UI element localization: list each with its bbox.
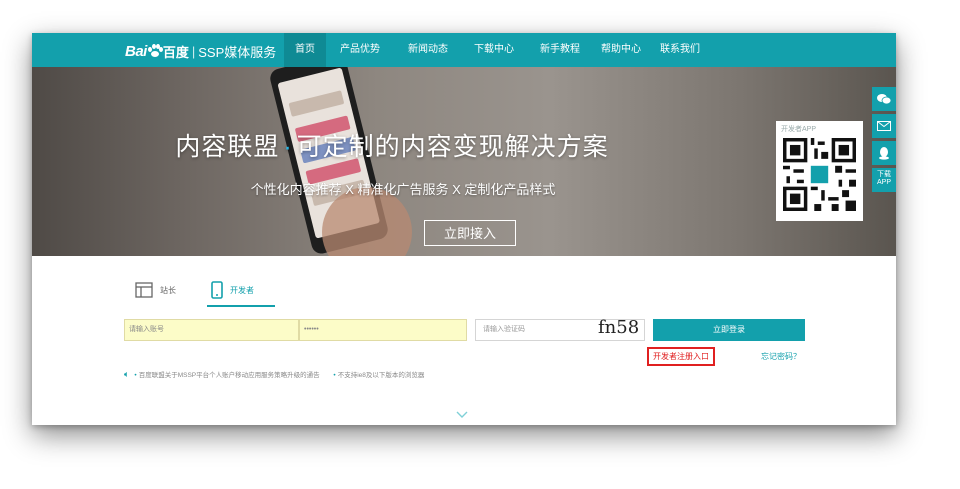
bullet-icon: • [134,372,137,379]
nav-item-news[interactable]: 新闻动态 [402,33,454,67]
tab-developer[interactable]: 开发者 [207,275,275,307]
tab-developer-label: 开发者 [230,285,254,295]
notice-item-2: 不支持ie8及以下版本的浏览器 [337,372,425,379]
tab-webmaster-label: 站长 [160,285,176,295]
download-app-line1: 下载 [877,171,891,178]
developer-register-link[interactable]: 开发者注册入口 [647,347,715,366]
paw-icon [147,44,163,58]
banner-subtitle: 个性化内容推荐 X 精准化广告服务 X 定制化产品样式 [250,182,556,197]
tab-webmaster[interactable]: 站长 [135,275,193,305]
top-nav: Bai 百度 | SSP媒体服务 首页 产品优势 新闻动态 下载中心 新手教程 … [32,33,896,67]
qr-code-icon [783,138,856,211]
chevron-down-icon[interactable] [456,408,468,422]
hero-banner: 内容联盟 · 可定制的内容变现解决方案 个性化内容推荐 X 精准化广告服务 X 定制… [32,67,896,256]
banner-title-right: 可定制的内容变现解决方案 [296,133,609,161]
banner-title: 内容联盟 · 可定制的内容变现解决方案 [32,127,752,163]
captcha-image[interactable]: fn58 [598,317,639,338]
download-app-line2: APP [876,179,891,186]
baidu-logo[interactable]: Bai 百度 | SSP媒体服务 [125,41,276,61]
login-button[interactable]: 立即登录 [653,319,805,341]
qr-label: 开发者APP [781,126,817,133]
nav-item-contact[interactable]: 联系我们 [654,33,706,67]
forgot-password-link[interactable]: 忘记密码？ [761,351,801,362]
wechat-icon[interactable] [872,87,896,111]
bullet-icon: • [333,372,336,379]
logo-separator: | [191,43,196,59]
password-input[interactable]: •••••• [299,319,467,341]
notice-bar: 🔈︎ • 百度联盟关于MSSP平台个人账户移动应用服务策略升级的通告 • 不支持ie8… [124,369,424,380]
mail-icon[interactable] [872,114,896,138]
nav-item-help[interactable]: 帮助中心 [595,33,647,67]
nav-item-home[interactable]: 首页 [284,33,326,67]
qq-icon[interactable] [872,141,896,165]
speaker-icon: 🔈︎ [124,369,130,379]
account-input[interactable]: 请输入账号 [124,319,299,341]
nav-item-tutorial[interactable]: 新手教程 [534,33,586,67]
nav-item-products[interactable]: 产品优势 [334,33,386,67]
browser-page: Bai 百度 | SSP媒体服务 首页 产品优势 新闻动态 下载中心 新手教程 … [32,33,896,425]
logo-service-name: SSP媒体服务 [198,44,277,60]
join-now-button[interactable]: 立即接入 [424,220,516,246]
banner-title-dot: · [283,133,293,161]
notice-item-1[interactable]: 百度联盟关于MSSP平台个人账户移动应用服务策略升级的通告 [139,372,320,379]
nav-item-download[interactable]: 下载中心 [468,33,520,67]
logo-text-du: 百度 [162,44,189,60]
app-qr-card[interactable]: 开发者APP [776,121,863,221]
logo-text-bai: Bai [125,42,147,60]
webmaster-icon [135,282,153,298]
banner-title-left: 内容联盟 [175,133,280,161]
download-app-button[interactable]: 下载 APP [872,168,896,192]
mobile-icon [211,281,223,299]
